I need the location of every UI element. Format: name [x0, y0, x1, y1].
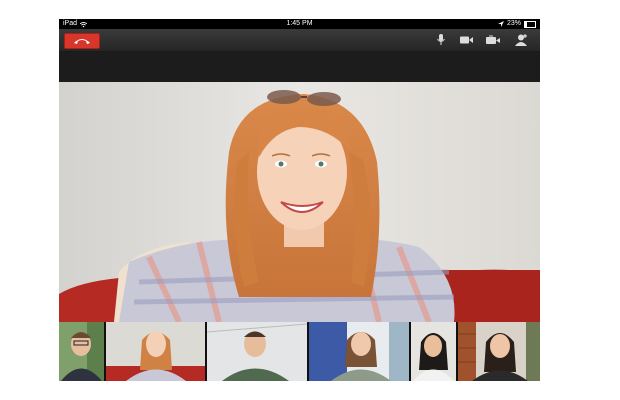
- add-person-icon: [514, 34, 527, 46]
- invite-button[interactable]: [514, 34, 528, 46]
- participant-thumbnail[interactable]: [106, 322, 205, 381]
- switch-camera-icon: [486, 35, 500, 44]
- participant-thumbnail[interactable]: [59, 322, 104, 381]
- video-letterbox: [59, 52, 540, 82]
- participant-thumbnail[interactable]: [309, 322, 409, 381]
- battery-percent: 23%: [506, 20, 521, 27]
- switch-camera-button[interactable]: [486, 34, 500, 46]
- participant-thumbnail[interactable]: [207, 322, 307, 381]
- status-time: 1:45 PM: [286, 20, 313, 27]
- status-bar: iPad 1:45 PM 23%: [59, 19, 540, 29]
- battery-icon: [524, 20, 536, 28]
- microphone-icon: [437, 34, 445, 45]
- call-toolbar: [59, 29, 540, 52]
- camera-toggle-button[interactable]: [459, 34, 473, 46]
- main-speaker-video: [59, 82, 540, 322]
- end-call-icon: [74, 39, 90, 44]
- participant-thumbnail[interactable]: [411, 322, 456, 381]
- video-camera-icon: [459, 36, 473, 44]
- end-call-button[interactable]: [64, 33, 100, 49]
- location-arrow-icon: [497, 20, 504, 27]
- participant-strip: [59, 322, 540, 381]
- ipad-screen: iPad 1:45 PM 23%: [59, 19, 540, 381]
- participant-thumbnail[interactable]: [458, 322, 540, 381]
- mute-button[interactable]: [434, 34, 448, 46]
